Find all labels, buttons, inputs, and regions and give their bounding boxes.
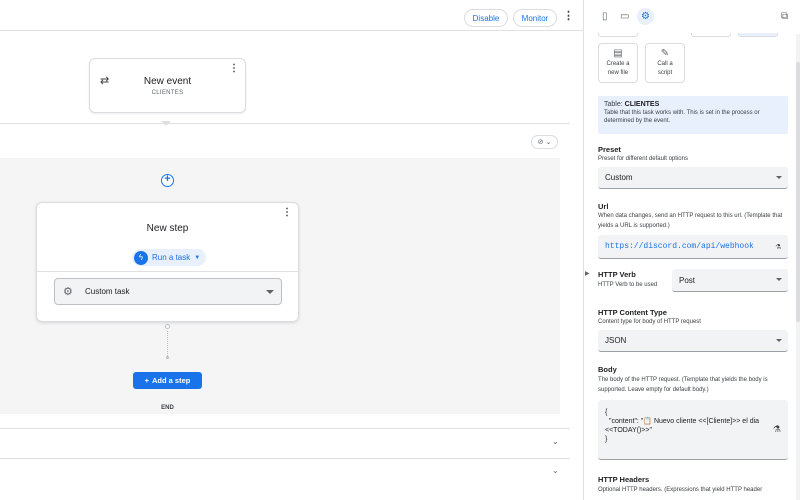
http-verb-select[interactable]: Post [672,269,788,292]
add-step-above-icon[interactable]: + [161,174,174,187]
add-step-label: Add a step [152,376,191,385]
tile-label: Call a [657,61,673,67]
dropdown-arrow-icon [776,338,782,342]
collapse-panel-icon[interactable]: ▶ [585,270,590,277]
disable-button[interactable]: Disable [464,9,508,27]
url-value: https://discord.com/api/webhook [605,242,754,251]
test-expression-icon[interactable]: ⚗ [776,242,781,252]
properties-panel: ▯ ▭ ⚙ ⧉ ▤ Create a new file ✎ Call a scr… [591,0,800,500]
content-type-select[interactable]: JSON [598,330,788,352]
step-menu-icon[interactable]: ⋮ [282,208,292,218]
dropdown-arrow-icon [776,278,782,281]
body-line: } [605,436,608,443]
body-input[interactable]: { "content": "📋 Nuevo cliente <<[Cliente… [598,400,788,460]
more-options-icon[interactable]: ⋮ [563,11,574,22]
http-verb-title: HTTP Verb [598,270,636,279]
step-card[interactable]: ⋮ New step ϟ Run a task ▼ ⚙ Custom task [36,202,299,322]
connector-node [165,324,170,329]
tablet-view-icon[interactable]: ▭ [620,11,629,22]
http-verb-desc: HTTP Verb to be used [598,282,658,288]
body-line: "content": "📋 Nuevo cliente <<[Cliente]>… [609,418,760,425]
create-file-tile[interactable]: ▤ Create a new file [598,43,638,83]
body-line: <<TODAY()>>" [605,427,652,434]
add-step-button[interactable]: + Add a step [133,372,202,389]
tile-row-edge-selected [738,33,778,37]
preset-value: Custom [605,173,633,182]
tile-row-edge [691,33,731,37]
event-table-name: CLIENTES [151,90,184,96]
event-menu-icon[interactable]: ⋮ [229,64,239,74]
file-icon: ▤ [613,48,623,59]
expand-section-1-icon[interactable]: ⌄ [552,437,559,446]
event-card[interactable]: ⇄ New event CLIENTES ⋮ [89,58,246,113]
panel-splitter[interactable]: ▶ [583,0,591,500]
panel-toolbar: ▯ ▭ ⚙ ⧉ [591,0,800,34]
http-verb-value: Post [679,275,696,285]
run-task-chip[interactable]: ϟ Run a task ▼ [132,249,206,266]
table-info-box: Table: CLIENTES Table that this task wor… [598,96,788,134]
phone-view-icon[interactable]: ▯ [602,11,608,22]
panel-scroll-thumb[interactable] [796,62,800,322]
dropdown-arrow-icon [266,290,274,294]
open-external-icon[interactable]: ⧉ [781,11,788,22]
headers-desc: Optional HTTP headers. (Expressions that… [598,487,763,493]
plus-icon: + [144,376,150,385]
body-title: Body [598,365,617,374]
dropdown-arrow-icon [776,175,782,179]
content-type-title: HTTP Content Type [598,308,667,317]
body-line: { [605,409,608,416]
section-divider-1 [0,428,570,429]
table-prefix: Table: [604,101,623,108]
eye-off-icon: ⊘ [537,139,544,146]
end-label: END [161,405,174,411]
preset-desc: Preset for different default options [598,156,688,162]
preset-title: Preset [598,145,621,154]
visibility-toggle[interactable]: ⊘ ⌄ [531,135,558,149]
gear-icon: ⚙ [63,286,73,298]
tile-label: new file [607,70,629,76]
table-description: Table that this task works with. This is… [604,110,760,124]
connector-end-dot [166,356,169,359]
task-type-select[interactable]: ⚙ Custom task [54,278,282,305]
bolt-icon: ϟ [134,250,148,265]
headers-title: HTTP Headers [598,475,650,484]
event-section-divider [0,123,570,124]
connector-line [167,331,168,356]
section-divider-2 [0,458,570,459]
tile-label: script [657,70,673,76]
event-title: New event [143,76,192,87]
chevron-down-icon: ⌄ [545,139,552,146]
caret-down-icon: ▼ [194,254,201,261]
expand-section-2-icon[interactable]: ⌄ [552,466,559,475]
content-type-desc: Content type for body of HTTP request [598,319,701,325]
run-task-label: Run a task [152,253,191,262]
top-divider [0,30,583,31]
step-divider [37,271,298,272]
monitor-button[interactable]: Monitor [513,9,557,27]
body-desc: The body of the HTTP request. (Template … [598,377,768,393]
tile-label: Create a [606,61,630,67]
preset-select[interactable]: Custom [598,167,788,189]
settings-view-icon[interactable]: ⚙ [637,8,654,25]
url-desc: When data changes, send an HTTP request … [598,213,783,229]
table-name: CLIENTES [624,101,660,108]
step-title: New step [146,223,189,234]
test-expression-icon[interactable]: ⚗ [773,425,781,434]
tile-row-edge [598,33,638,37]
task-type-value: Custom task [85,287,130,296]
content-type-value: JSON [605,336,627,345]
script-icon: ✎ [660,48,670,59]
automation-canvas: Disable Monitor ⋮ ⇄ New event CLIENTES ⋮… [0,0,583,500]
url-input[interactable]: https://discord.com/api/webhook ⚗ [598,235,788,259]
call-script-tile[interactable]: ✎ Call a script [645,43,685,83]
url-title: Url [598,202,609,211]
